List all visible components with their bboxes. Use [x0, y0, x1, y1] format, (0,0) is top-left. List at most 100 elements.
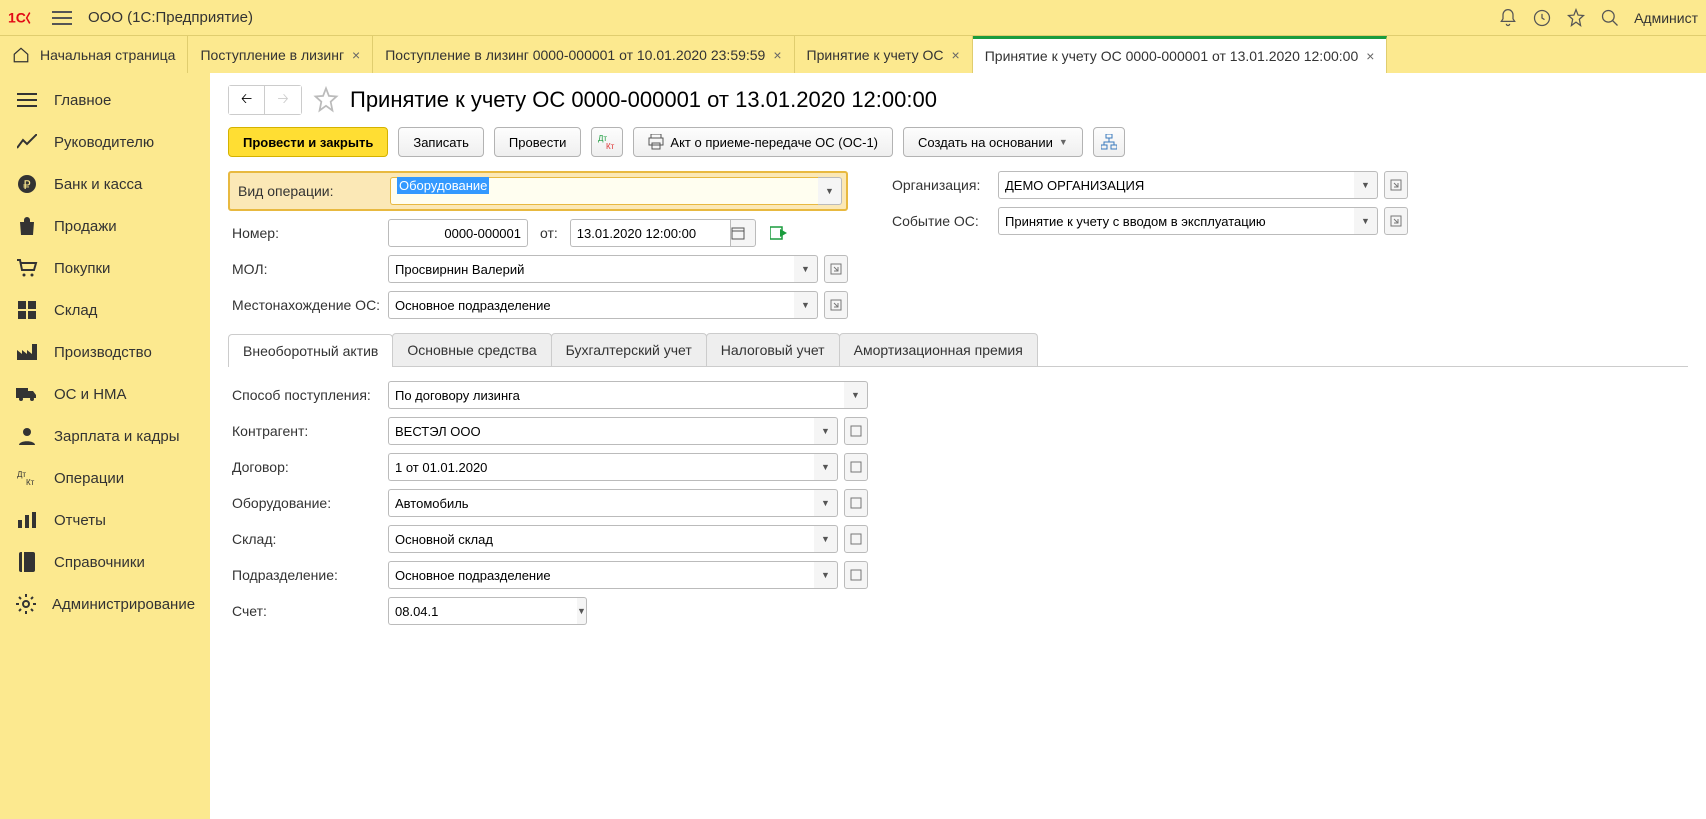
tab-label: Поступление в лизинг 0000-000001 от 10.0…	[385, 47, 765, 63]
open-icon[interactable]	[1384, 207, 1408, 235]
label-from: от:	[540, 225, 558, 241]
tab-2[interactable]: Поступление в лизинг 0000-000001 от 10.0…	[373, 36, 794, 73]
contract-input[interactable]	[388, 453, 814, 481]
svg-text:₽: ₽	[23, 178, 31, 192]
close-icon[interactable]: ×	[1366, 48, 1374, 64]
dept-input[interactable]	[388, 561, 814, 589]
close-icon[interactable]: ×	[352, 47, 360, 63]
dropdown-icon[interactable]: ▼	[814, 417, 838, 445]
toolbar: Провести и закрыть Записать Провести ДтК…	[228, 127, 1688, 157]
tab-tax[interactable]: Налоговый учет	[706, 333, 840, 366]
sidebar-item-sales[interactable]: Продажи	[0, 205, 210, 247]
org-input[interactable]	[998, 171, 1354, 199]
close-icon[interactable]: ×	[952, 47, 960, 63]
tab-3[interactable]: Принятие к учету ОС ×	[795, 36, 973, 73]
person-icon	[16, 425, 38, 447]
tab-1[interactable]: Поступление в лизинг ×	[188, 36, 373, 73]
tab-4-active[interactable]: Принятие к учету ОС 0000-000001 от 13.01…	[973, 36, 1388, 73]
open-icon[interactable]	[844, 525, 868, 553]
search-icon[interactable]	[1600, 8, 1620, 28]
dropdown-icon[interactable]: ▼	[794, 255, 818, 283]
sidebar-item-warehouse[interactable]: Склад	[0, 289, 210, 331]
calendar-icon[interactable]	[730, 219, 756, 247]
sidebar-item-reports[interactable]: Отчеты	[0, 499, 210, 541]
mol-input[interactable]	[388, 255, 794, 283]
tab-label: Начальная страница	[40, 47, 175, 63]
row-op-type: Вид операции: Оборудование ▼	[228, 171, 848, 211]
dropdown-icon[interactable]: ▼	[577, 597, 587, 625]
bell-icon[interactable]	[1498, 8, 1518, 28]
label-receipt: Способ поступления:	[228, 387, 388, 403]
sidebar-item-hr[interactable]: Зарплата и кадры	[0, 415, 210, 457]
label-org: Организация:	[888, 177, 998, 193]
open-icon[interactable]	[844, 489, 868, 517]
history-icon[interactable]	[1532, 8, 1552, 28]
dropdown-icon[interactable]: ▼	[814, 453, 838, 481]
tab-noncurrent-asset[interactable]: Внеоборотный актив	[228, 334, 393, 367]
dtkt-button[interactable]: ДтКт	[591, 127, 623, 157]
open-icon[interactable]	[824, 255, 848, 283]
tab-amort[interactable]: Амортизационная премия	[839, 333, 1038, 366]
sidebar-item-assets[interactable]: ОС и НМА	[0, 373, 210, 415]
dropdown-icon[interactable]: ▼	[844, 381, 868, 409]
label-wh: Склад:	[228, 531, 388, 547]
location-input[interactable]	[388, 291, 794, 319]
tab-fixed-assets[interactable]: Основные средства	[392, 333, 551, 366]
dropdown-icon[interactable]: ▼	[814, 525, 838, 553]
sidebar-item-bank[interactable]: ₽Банк и касса	[0, 163, 210, 205]
open-icon[interactable]	[844, 417, 868, 445]
equip-input[interactable]	[388, 489, 814, 517]
nav-back[interactable]: 🡠	[229, 86, 265, 114]
dropdown-icon[interactable]: ▼	[814, 561, 838, 589]
label-contract: Договор:	[228, 459, 388, 475]
list-icon	[16, 89, 38, 111]
dropdown-icon[interactable]: ▼	[1354, 207, 1378, 235]
open-icon[interactable]	[844, 561, 868, 589]
close-icon[interactable]: ×	[773, 47, 781, 63]
cparty-input[interactable]	[388, 417, 814, 445]
print-act-button[interactable]: Акт о приеме-передаче ОС (ОС-1)	[633, 127, 893, 157]
sidebar-label: Администрирование	[52, 596, 195, 613]
event-input[interactable]	[998, 207, 1354, 235]
star-icon[interactable]	[1566, 8, 1586, 28]
dropdown-icon[interactable]: ▼	[814, 489, 838, 517]
bars-icon	[16, 509, 38, 531]
menu-icon[interactable]	[48, 7, 76, 29]
wh-input[interactable]	[388, 525, 814, 553]
number-input[interactable]	[388, 219, 528, 247]
post-button[interactable]: Провести	[494, 127, 582, 157]
sidebar-item-refs[interactable]: Справочники	[0, 541, 210, 583]
sidebar-item-admin[interactable]: Администрирование	[0, 583, 210, 625]
sidebar-item-production[interactable]: Производство	[0, 331, 210, 373]
dropdown-icon[interactable]: ▼	[1354, 171, 1378, 199]
op-type-input[interactable]: Оборудование	[390, 177, 818, 205]
sidebar-item-ops[interactable]: ДтКтОперации	[0, 457, 210, 499]
dropdown-icon[interactable]: ▼	[794, 291, 818, 319]
sidebar-item-buy[interactable]: Покупки	[0, 247, 210, 289]
tab-home[interactable]: Начальная страница	[0, 36, 188, 73]
structure-button[interactable]	[1093, 127, 1125, 157]
favorite-star-icon[interactable]	[312, 86, 340, 114]
date-input[interactable]	[570, 219, 730, 247]
titlebar: 1С ООО (1С:Предприятие) Админист	[0, 0, 1706, 35]
tab-accounting[interactable]: Бухгалтерский учет	[551, 333, 707, 366]
open-icon[interactable]	[844, 453, 868, 481]
sidebar-label: Склад	[54, 302, 97, 319]
label-event: Событие ОС:	[888, 213, 998, 229]
dropdown-icon[interactable]: ▼	[818, 177, 842, 205]
open-icon[interactable]	[824, 291, 848, 319]
org-title: ООО (1С:Предприятие)	[88, 9, 253, 26]
post-and-close-button[interactable]: Провести и закрыть	[228, 127, 388, 157]
sidebar-item-manager[interactable]: Руководителю	[0, 121, 210, 163]
open-icon[interactable]	[1384, 171, 1408, 199]
svg-text:Дт: Дт	[17, 470, 26, 479]
create-based-button[interactable]: Создать на основании▼	[903, 127, 1083, 157]
sidebar: Главное Руководителю ₽Банк и касса Прода…	[0, 73, 210, 819]
user-name[interactable]: Админист	[1634, 10, 1698, 26]
sidebar-item-main[interactable]: Главное	[0, 79, 210, 121]
acct-input[interactable]	[388, 597, 577, 625]
inner-tabs: Внеоборотный актив Основные средства Бух…	[228, 333, 1688, 367]
sidebar-label: Производство	[54, 344, 152, 361]
write-button[interactable]: Записать	[398, 127, 484, 157]
receipt-input[interactable]	[388, 381, 844, 409]
